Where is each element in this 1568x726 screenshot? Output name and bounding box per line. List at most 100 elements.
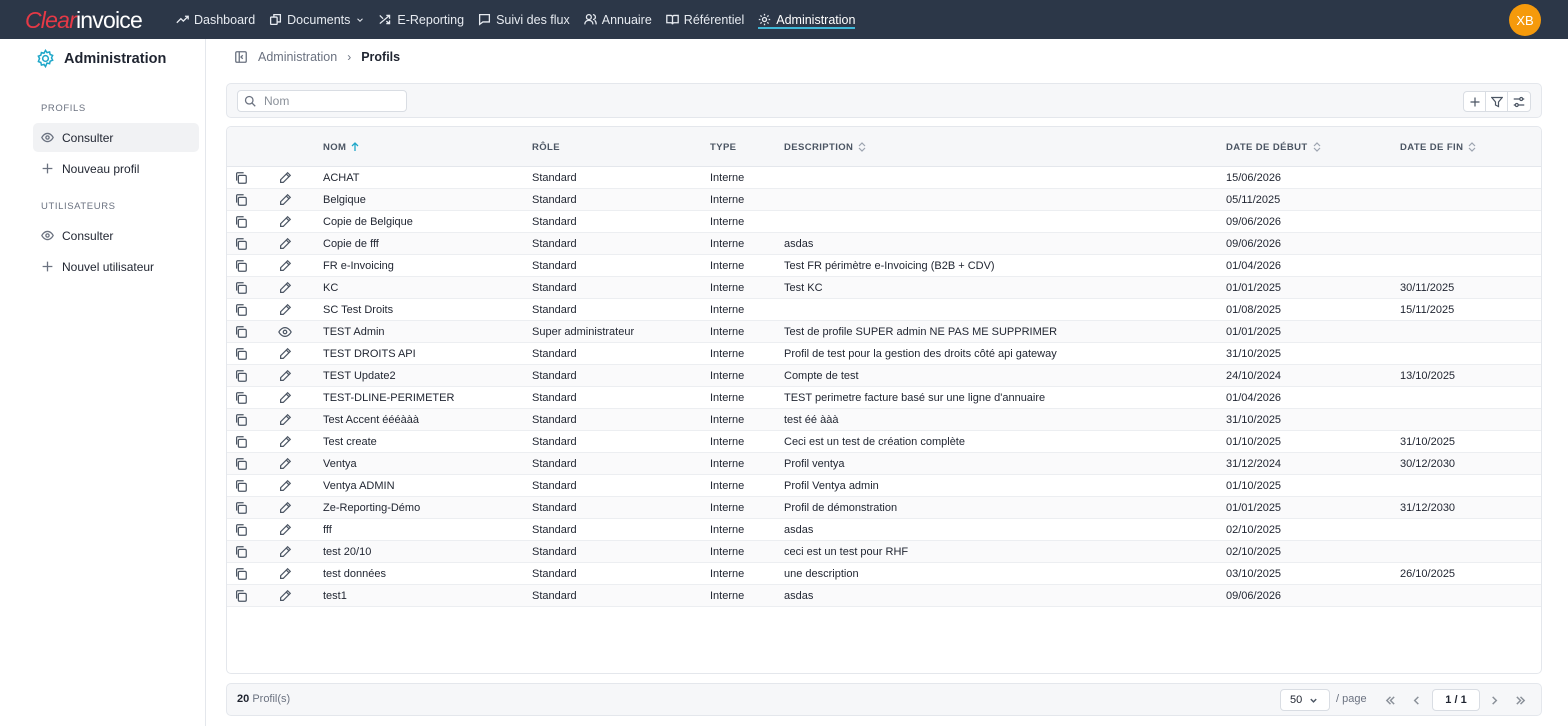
table-row[interactable]: Ventya ADMIN Standard Interne Profil Ventya…	[227, 475, 1541, 497]
duplicate-button[interactable]	[233, 412, 249, 428]
cell-type: Interne	[710, 436, 745, 448]
edit-button[interactable]	[277, 214, 293, 230]
duplicate-button[interactable]	[233, 192, 249, 208]
duplicate-button[interactable]	[233, 258, 249, 274]
duplicate-button[interactable]	[233, 368, 249, 384]
user-avatar[interactable]: XB	[1509, 4, 1541, 36]
duplicate-button[interactable]	[233, 280, 249, 296]
edit-button[interactable]	[277, 258, 293, 274]
cell-type: Interne	[710, 502, 745, 514]
column-header-date-fin[interactable]: DATE DE FIN	[1400, 127, 1476, 167]
sidebar-item-utilisateurs-consulter[interactable]: Consulter	[33, 221, 199, 250]
last-page-button[interactable]	[1513, 692, 1527, 708]
page-size-select[interactable]: 50	[1280, 689, 1330, 711]
table-row[interactable]: FR e-Invoicing Standard Interne Test FR pér…	[227, 255, 1541, 277]
view-button[interactable]	[277, 324, 293, 340]
search-input[interactable]	[264, 94, 394, 108]
column-header-description[interactable]: DESCRIPTION	[784, 127, 866, 167]
sidebar: Administration PROFILS Consulter Nouveau…	[0, 39, 206, 726]
nav-dashboard[interactable]: Dashboard	[176, 0, 255, 39]
edit-button[interactable]	[277, 236, 293, 252]
edit-button[interactable]	[277, 280, 293, 296]
brand-logo[interactable]: Clearinvoice	[25, 7, 143, 34]
duplicate-button[interactable]	[233, 478, 249, 494]
edit-button[interactable]	[277, 500, 293, 516]
table-row[interactable]: Ventya Standard Interne Profil ventya 31/12/…	[227, 453, 1541, 475]
edit-button[interactable]	[277, 456, 293, 472]
duplicate-button[interactable]	[233, 214, 249, 230]
duplicate-button[interactable]	[233, 588, 249, 604]
column-header-date-debut[interactable]: DATE DE DÉBUT	[1226, 127, 1321, 167]
table-row[interactable]: Ze-Reporting-Démo Standard Interne Profil d…	[227, 497, 1541, 519]
duplicate-button[interactable]	[233, 522, 249, 538]
nav-e-reporting[interactable]: E-Reporting	[379, 0, 464, 39]
edit-button[interactable]	[277, 302, 293, 318]
edit-button[interactable]	[277, 346, 293, 362]
trending-up-icon	[176, 15, 189, 24]
edit-button[interactable]	[277, 412, 293, 428]
sidebar-item-profils-consulter[interactable]: Consulter	[33, 123, 199, 152]
sidebar-item-nouvel-utilisateur[interactable]: Nouvel utilisateur	[33, 252, 199, 281]
table-row[interactable]: ACHAT Standard Interne 15/06/2026	[227, 167, 1541, 189]
nav-suivi-des-flux[interactable]: Suivi des flux	[478, 0, 570, 39]
cell-description: une description	[784, 568, 859, 580]
nav-documents[interactable]: Documents	[269, 0, 365, 39]
edit-button[interactable]	[277, 170, 293, 186]
cell-nom: FR e-Invoicing	[323, 260, 394, 272]
copy-icon	[236, 304, 247, 316]
edit-button[interactable]	[277, 522, 293, 538]
table-toolbar	[226, 83, 1542, 118]
duplicate-button[interactable]	[233, 170, 249, 186]
copy-icon	[236, 370, 247, 382]
previous-page-button[interactable]	[1409, 692, 1423, 708]
table-row[interactable]: test 20/10 Standard Interne ceci est un tes…	[227, 541, 1541, 563]
duplicate-button[interactable]	[233, 390, 249, 406]
table-row[interactable]: Test Accent éééààà Standard Interne test éé…	[227, 409, 1541, 431]
edit-button[interactable]	[277, 368, 293, 384]
sidebar-item-nouveau-profil[interactable]: Nouveau profil	[33, 154, 199, 183]
first-page-button[interactable]	[1383, 692, 1397, 708]
edit-button[interactable]	[277, 192, 293, 208]
cell-type: Interne	[710, 524, 745, 536]
duplicate-button[interactable]	[233, 236, 249, 252]
sidebar-toggle-icon[interactable]	[234, 50, 248, 64]
duplicate-button[interactable]	[233, 324, 249, 340]
duplicate-button[interactable]	[233, 566, 249, 582]
edit-button[interactable]	[277, 390, 293, 406]
edit-button[interactable]	[277, 478, 293, 494]
table-row[interactable]: TEST DROITS API Standard Interne Profil de …	[227, 343, 1541, 365]
nav-administration[interactable]: Administration	[758, 0, 856, 39]
table-row[interactable]: Copie de Belgique Standard Interne 09/06/20…	[227, 211, 1541, 233]
table-row[interactable]: TEST Update2 Standard Interne Compte de tes…	[227, 365, 1541, 387]
table-row[interactable]: TEST Admin Super administrateur Interne Tes…	[227, 321, 1541, 343]
column-settings-button[interactable]	[1508, 92, 1530, 111]
table-row[interactable]: KC Standard Interne Test KC 01/01/2025 30/11/…	[227, 277, 1541, 299]
nav-referentiel[interactable]: Référentiel	[665, 0, 744, 39]
column-header-nom[interactable]: NOM	[323, 127, 359, 167]
edit-button[interactable]	[277, 544, 293, 560]
table-row[interactable]: SC Test Droits Standard Interne 01/08/2025 1…	[227, 299, 1541, 321]
pencil-icon	[280, 567, 292, 579]
duplicate-button[interactable]	[233, 346, 249, 362]
profiles-table: NOM RÔLE TYPE DESCRIPTION DATE DE DÉBUT …	[226, 126, 1542, 674]
next-page-button[interactable]	[1487, 692, 1501, 708]
table-row[interactable]: Belgique Standard Interne 05/11/2025	[227, 189, 1541, 211]
table-row[interactable]: Test create Standard Interne Ceci est un te…	[227, 431, 1541, 453]
table-row[interactable]: Copie de fff Standard Interne asdas 09/06/20…	[227, 233, 1541, 255]
duplicate-button[interactable]	[233, 434, 249, 450]
duplicate-button[interactable]	[233, 456, 249, 472]
duplicate-button[interactable]	[233, 544, 249, 560]
nav-annuaire[interactable]: Annuaire	[583, 0, 652, 39]
add-profile-button[interactable]	[1464, 92, 1486, 111]
duplicate-button[interactable]	[233, 500, 249, 516]
table-row[interactable]: test données Standard Interne une descripti…	[227, 563, 1541, 585]
table-row[interactable]: fff Standard Interne asdas 02/10/2025	[227, 519, 1541, 541]
duplicate-button[interactable]	[233, 302, 249, 318]
filter-button[interactable]	[1486, 92, 1508, 111]
table-row[interactable]: TEST-DLINE-PERIMETER Standard Interne TEST …	[227, 387, 1541, 409]
edit-button[interactable]	[277, 566, 293, 582]
edit-button[interactable]	[277, 434, 293, 450]
breadcrumb-link-administration[interactable]: Administration	[258, 50, 337, 64]
table-row[interactable]: test1 Standard Interne asdas 09/06/2026	[227, 585, 1541, 607]
edit-button[interactable]	[277, 588, 293, 604]
